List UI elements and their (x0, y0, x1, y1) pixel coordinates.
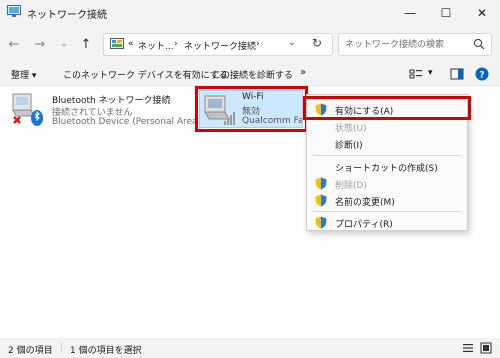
selected-count: 1 個の項目を選択 (70, 346, 142, 356)
menu-separator (313, 211, 461, 212)
chevron-down-icon[interactable]: ⌄ (288, 38, 296, 48)
help-icon[interactable]: ? (475, 67, 489, 81)
preview-pane-icon[interactable] (450, 67, 464, 81)
menu-item-status[interactable]: 状態(U) (307, 118, 467, 135)
breadcrumb-overflow[interactable]: « (128, 39, 134, 49)
search-box[interactable] (338, 33, 492, 56)
up-button[interactable]: ↑ (76, 34, 96, 54)
wifi-item-highlight-box (195, 86, 308, 132)
network-connections-icon (7, 5, 21, 17)
shield-icon (315, 194, 327, 207)
breadcrumb-separator[interactable]: › (174, 39, 178, 49)
maximize-button[interactable]: ☐ (428, 0, 464, 26)
menu-item-rename[interactable]: 名前の変更(M) (307, 192, 467, 209)
address-bar[interactable]: « ネット... › ネットワーク接続 › ⌄ ↻ (103, 33, 333, 56)
status-divider: | (60, 343, 64, 353)
close-button[interactable]: ✕ (464, 0, 500, 26)
breadcrumb-parent[interactable]: ネット... (138, 39, 174, 52)
item-count: 2 個の項目 (8, 346, 53, 356)
back-button[interactable]: ← (4, 34, 24, 54)
menu-item-label: 名前の変更(M) (335, 198, 395, 208)
forward-button[interactable]: → (30, 34, 50, 54)
menu-item-label: 削除(D) (335, 181, 367, 191)
shield-icon (315, 177, 327, 190)
search-input[interactable] (339, 34, 469, 55)
shield-icon (315, 216, 327, 229)
svg-text:?: ? (479, 71, 484, 81)
more-commands-button[interactable]: » (300, 67, 306, 78)
details-view-icon[interactable] (462, 342, 474, 354)
menu-item-highlight-box (303, 96, 471, 120)
breadcrumb-separator[interactable]: › (256, 39, 260, 49)
view-options-icon[interactable] (409, 67, 423, 81)
address-bar-row: ← → ⌄ ↑ « ネット... › ネットワーク接続 › ⌄ ↻ (0, 26, 500, 64)
diagnose-command[interactable]: この接続を診断する (212, 68, 293, 81)
large-icons-view-icon[interactable] (480, 342, 492, 354)
recent-locations-button[interactable]: ⌄ (54, 34, 74, 54)
command-bar: 整理 ▾ このネットワーク デバイスを有効にする この接続を診断する » ▾ ? (0, 64, 500, 86)
menu-item-label: 診断(I) (335, 141, 363, 151)
menu-item-label: 状態(U) (335, 124, 367, 134)
status-bar: 2 個の項目 | 1 個の項目を選択 (0, 338, 500, 358)
breadcrumb-current[interactable]: ネットワーク接続 (184, 39, 256, 52)
menu-separator (313, 155, 461, 156)
control-panel-icon (110, 38, 124, 49)
enable-device-command[interactable]: このネットワーク デバイスを有効にする (63, 68, 228, 81)
view-dropdown-button[interactable]: ▾ (428, 68, 433, 78)
menu-item-diagnose[interactable]: 診断(I) (307, 135, 467, 152)
search-icon[interactable] (473, 38, 485, 50)
refresh-icon[interactable]: ↻ (312, 36, 322, 50)
menu-item-label: プロパティ(R) (335, 220, 393, 230)
menu-item-properties[interactable]: プロパティ(R) (307, 214, 467, 231)
bluetooth-adapter-icon (12, 93, 43, 126)
menu-item-delete[interactable]: 削除(D) (307, 175, 467, 192)
menu-item-create-shortcut[interactable]: ショートカットの作成(S) (307, 158, 467, 175)
title-bar: ネットワーク接続 — ☐ ✕ (0, 0, 500, 26)
connection-device: Bluetooth Device (Personal Area ... (52, 117, 200, 127)
minimize-button[interactable]: — (392, 0, 428, 26)
menu-item-label: ショートカットの作成(S) (335, 164, 438, 174)
bluetooth-connection-item[interactable]: Bluetooth ネットワーク接続 接続されていません Bluetooth D… (10, 90, 200, 130)
window-title: ネットワーク接続 (27, 10, 107, 21)
organize-menu[interactable]: 整理 ▾ (11, 68, 36, 81)
